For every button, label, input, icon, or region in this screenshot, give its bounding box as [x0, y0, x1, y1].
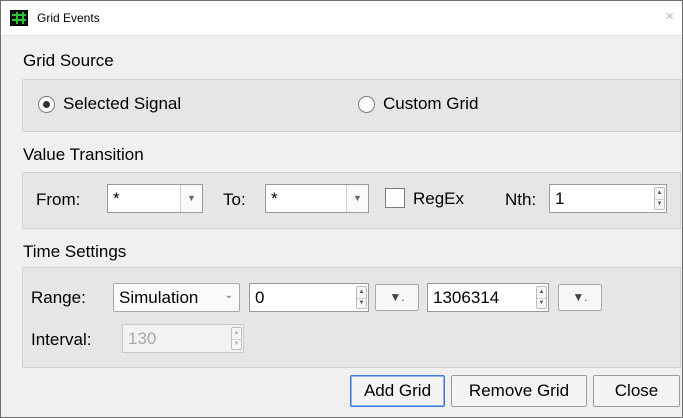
to-value: *	[271, 189, 278, 208]
nth-value: 1	[555, 189, 565, 208]
to-label: To:	[223, 190, 246, 209]
radio-selected-signal[interactable]: Selected Signal	[38, 94, 181, 114]
range-label: Range:	[31, 288, 86, 307]
grid-events-dialog: Grid Events × Grid Source Selected Signa…	[0, 0, 683, 418]
window-title: Grid Events	[37, 11, 100, 25]
range-mode-combo[interactable]: Simulation ⌄	[113, 283, 240, 312]
nth-label: Nth:	[505, 190, 537, 209]
title-bar: Grid Events ×	[1, 1, 682, 36]
from-dropdown-arrow-icon[interactable]: ▼	[180, 185, 202, 212]
radio-custom-grid-indicator[interactable]	[358, 95, 375, 113]
radio-custom-grid-label: Custom Grid	[383, 94, 479, 113]
nth-spin-buttons[interactable]: ▲ ▼	[654, 187, 665, 210]
interval-spinbox: 130 ▲ ▼	[122, 324, 244, 353]
to-combo[interactable]: * ▼	[265, 184, 369, 213]
regex-label: RegEx	[413, 189, 465, 208]
nth-spinbox[interactable]: 1 ▲ ▼	[549, 184, 667, 213]
radio-selected-signal-label: Selected Signal	[63, 94, 182, 113]
from-combo[interactable]: * ▼	[107, 184, 203, 213]
range-mode-value: Simulation	[119, 288, 199, 307]
radio-selected-signal-indicator[interactable]	[38, 95, 55, 113]
grid-source-group: Selected Signal Custom Grid	[22, 79, 681, 132]
range-start-spinbox[interactable]: 0 ▲ ▼	[249, 283, 369, 312]
regex-checkbox[interactable]	[385, 188, 405, 208]
add-grid-button[interactable]: Add Grid	[350, 375, 445, 407]
spin-down-icon[interactable]: ▼	[357, 298, 366, 309]
time-settings-label: Time Settings	[23, 242, 127, 261]
range-start-spin-buttons[interactable]: ▲ ▼	[356, 286, 367, 309]
range-end-unit-button[interactable]: ▼.	[558, 284, 602, 311]
range-start-value: 0	[255, 288, 265, 307]
interval-label: Interval:	[31, 330, 92, 349]
spin-down-icon[interactable]: ▼	[537, 298, 546, 309]
from-value: *	[113, 189, 120, 208]
remove-grid-button[interactable]: Remove Grid	[451, 375, 587, 407]
radio-custom-grid[interactable]: Custom Grid	[358, 94, 478, 114]
to-dropdown-arrow-icon[interactable]: ▼	[346, 185, 368, 212]
range-end-spin-buttons[interactable]: ▲ ▼	[536, 286, 547, 309]
close-icon[interactable]: ×	[665, 8, 674, 25]
range-start-unit-button[interactable]: ▼.	[375, 284, 419, 311]
time-settings-group: Range: Simulation ⌄ 0 ▲ ▼ ▼. 1306314 ▲ ▼…	[22, 267, 681, 368]
range-mode-arrow-icon[interactable]: ⌄	[225, 290, 233, 301]
from-label: From:	[36, 190, 81, 209]
spin-down-icon: ▼	[233, 340, 240, 347]
grid-app-icon	[10, 10, 28, 26]
spin-down-icon[interactable]: ▼	[655, 199, 664, 210]
range-end-value: 1306314	[433, 288, 500, 307]
interval-spin-buttons: ▲ ▼	[231, 327, 242, 350]
range-end-spinbox[interactable]: 1306314 ▲ ▼	[427, 283, 549, 312]
interval-value: 130	[128, 329, 157, 348]
close-button[interactable]: Close	[593, 375, 680, 407]
grid-source-label: Grid Source	[23, 51, 114, 70]
value-transition-label: Value Transition	[23, 145, 144, 164]
value-transition-group: From: * ▼ To: * ▼ RegEx Nth: 1 ▲ ▼	[22, 172, 681, 229]
